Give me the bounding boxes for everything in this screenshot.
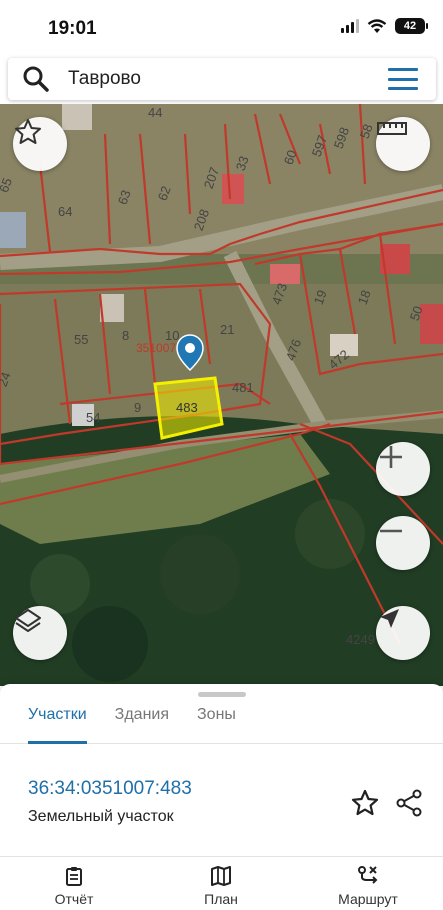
lot-label: 54 bbox=[86, 410, 100, 425]
bottom-sheet: Участки Здания Зоны 36:34:0351007:483 Зе… bbox=[0, 684, 443, 910]
wifi-icon bbox=[367, 18, 387, 33]
layers-button[interactable] bbox=[13, 606, 67, 660]
tabs: Участки Здания Зоны bbox=[0, 700, 443, 744]
search-icon[interactable] bbox=[22, 65, 50, 93]
nav-label: Маршрут bbox=[338, 891, 398, 907]
star-icon bbox=[15, 119, 41, 144]
favorite-map-button[interactable] bbox=[13, 117, 67, 171]
my-location-button[interactable] bbox=[376, 606, 430, 660]
cadastral-number-link[interactable]: 36:34:0351007:483 bbox=[28, 778, 192, 800]
lot-label: 483 bbox=[176, 400, 198, 415]
status-bar: 19:01 42 bbox=[0, 0, 443, 56]
nav-route[interactable]: Маршрут bbox=[323, 865, 413, 907]
nav-plan[interactable]: План bbox=[176, 865, 266, 907]
lot-label: 481 bbox=[232, 380, 254, 395]
lot-label: 55 bbox=[74, 332, 88, 347]
map-view[interactable]: 351007 44 58 65 64 63 62 207 208 33 60 5… bbox=[0, 104, 443, 686]
tab-zones[interactable]: Зоны bbox=[197, 700, 236, 743]
zoom-out-button[interactable] bbox=[376, 516, 430, 570]
lot-label: 8 bbox=[122, 328, 129, 343]
lot-label: 9 bbox=[134, 400, 141, 415]
minus-icon bbox=[380, 529, 402, 533]
nav-label: Отчёт bbox=[54, 891, 94, 907]
menu-icon[interactable] bbox=[388, 68, 418, 90]
share-icon[interactable] bbox=[394, 788, 424, 818]
zoom-in-button[interactable] bbox=[376, 442, 430, 496]
bottom-nav: Отчёт План Маршрут bbox=[0, 856, 443, 910]
star-icon[interactable] bbox=[350, 788, 380, 818]
clipboard-icon bbox=[66, 867, 82, 886]
sheet-drag-handle[interactable] bbox=[198, 692, 246, 697]
lot-label: 21 bbox=[220, 322, 234, 337]
status-icons: 42 bbox=[341, 18, 428, 34]
lot-label: 44 bbox=[148, 105, 162, 120]
layers-icon bbox=[15, 609, 41, 632]
tab-buildings[interactable]: Здания bbox=[115, 700, 169, 743]
ruler-icon bbox=[377, 122, 407, 135]
lot-label: 4249 bbox=[346, 632, 375, 647]
nav-report[interactable]: Отчёт bbox=[29, 865, 119, 907]
plus-icon bbox=[380, 446, 402, 468]
quarter-label: 351007 bbox=[136, 341, 176, 355]
map-icon bbox=[211, 866, 231, 886]
object-type: Земельный участок bbox=[28, 808, 174, 825]
status-time: 19:01 bbox=[48, 18, 97, 39]
tab-parcels[interactable]: Участки bbox=[28, 700, 87, 744]
nav-label: План bbox=[204, 891, 238, 907]
route-icon bbox=[358, 866, 378, 884]
cellular-signal-icon bbox=[341, 19, 359, 33]
search-input[interactable]: Таврово bbox=[68, 68, 388, 90]
navigation-arrow-icon bbox=[380, 609, 399, 628]
lot-label: 64 bbox=[58, 204, 72, 219]
ruler-button[interactable] bbox=[376, 117, 430, 171]
battery-icon: 42 bbox=[395, 18, 428, 34]
lot-label: 10 bbox=[165, 328, 179, 343]
search-bar[interactable]: Таврово bbox=[8, 58, 436, 100]
satellite-map[interactable]: 351007 44 58 65 64 63 62 207 208 33 60 5… bbox=[0, 104, 443, 686]
